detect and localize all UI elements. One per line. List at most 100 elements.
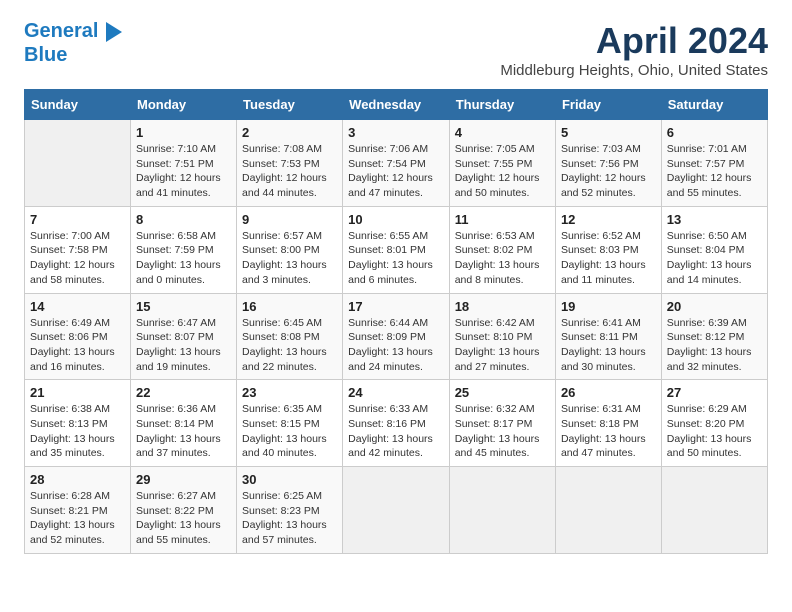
day-info: Sunrise: 6:45 AM Sunset: 8:08 PM Dayligh… [242,316,337,375]
day-info: Sunrise: 6:44 AM Sunset: 8:09 PM Dayligh… [348,316,444,375]
calendar-cell: 11 Sunrise: 6:53 AM Sunset: 8:02 PM Dayli… [449,206,555,293]
day-number: 17 [348,299,444,314]
day-info: Sunrise: 7:08 AM Sunset: 7:53 PM Dayligh… [242,142,337,201]
day-number: 25 [455,385,550,400]
calendar-body: 1Sunrise: 7:10 AM Sunset: 7:51 PM Daylig… [25,120,768,554]
day-info: Sunrise: 6:49 AM Sunset: 8:06 PM Dayligh… [30,316,125,375]
day-number: 24 [348,385,444,400]
calendar-cell [343,467,450,554]
calendar-cell: 4 Sunrise: 7:05 AM Sunset: 7:55 PM Daylig… [449,120,555,207]
weekday-header-sunday: Sunday [25,90,131,120]
calendar-cell: 7 Sunrise: 7:00 AM Sunset: 7:58 PM Daylig… [25,206,131,293]
calendar-cell: 24Sunrise: 6:33 AM Sunset: 8:16 PM Dayli… [343,380,450,467]
weekday-header-thursday: Thursday [449,90,555,120]
calendar-cell: 30Sunrise: 6:25 AM Sunset: 8:23 PM Dayli… [237,467,343,554]
day-info: Sunrise: 6:42 AM Sunset: 8:10 PM Dayligh… [455,316,550,375]
day-number: 5 [561,125,656,140]
calendar-cell: 27Sunrise: 6:29 AM Sunset: 8:20 PM Dayli… [661,380,767,467]
logo-arrow-icon [106,22,122,42]
day-number: 26 [561,385,656,400]
calendar-cell: 6 Sunrise: 7:01 AM Sunset: 7:57 PM Daylig… [661,120,767,207]
day-number: 7 [30,212,125,227]
week-row-3: 21 Sunrise: 6:38 AM Sunset: 8:13 PM Dayli… [25,380,768,467]
day-number: 18 [455,299,550,314]
calendar-cell: 20 Sunrise: 6:39 AM Sunset: 8:12 PM Dayli… [661,293,767,380]
day-number: 22 [136,385,231,400]
weekday-header-wednesday: Wednesday [343,90,450,120]
day-info: Sunrise: 6:31 AM Sunset: 8:18 PM Dayligh… [561,402,656,461]
day-info: Sunrise: 6:41 AM Sunset: 8:11 PM Dayligh… [561,316,656,375]
day-number: 14 [30,299,125,314]
week-row-0: 1Sunrise: 7:10 AM Sunset: 7:51 PM Daylig… [25,120,768,207]
day-info: Sunrise: 6:39 AM Sunset: 8:12 PM Dayligh… [667,316,762,375]
day-number: 15 [136,299,231,314]
day-info: Sunrise: 7:05 AM Sunset: 7:55 PM Dayligh… [455,142,550,201]
weekday-header-tuesday: Tuesday [237,90,343,120]
day-number: 6 [667,125,762,140]
day-info: Sunrise: 7:06 AM Sunset: 7:54 PM Dayligh… [348,142,444,201]
day-number: 10 [348,212,444,227]
day-info: Sunrise: 6:57 AM Sunset: 8:00 PM Dayligh… [242,229,337,288]
day-info: Sunrise: 6:52 AM Sunset: 8:03 PM Dayligh… [561,229,656,288]
calendar-cell: 23Sunrise: 6:35 AM Sunset: 8:15 PM Dayli… [237,380,343,467]
day-number: 13 [667,212,762,227]
calendar-cell: 22 Sunrise: 6:36 AM Sunset: 8:14 PM Dayli… [131,380,237,467]
calendar-cell: 18 Sunrise: 6:42 AM Sunset: 8:10 PM Dayli… [449,293,555,380]
week-row-4: 28Sunrise: 6:28 AM Sunset: 8:21 PM Dayli… [25,467,768,554]
calendar-cell: 12 Sunrise: 6:52 AM Sunset: 8:03 PM Dayli… [555,206,661,293]
weekday-header-row: SundayMondayTuesdayWednesdayThursdayFrid… [25,90,768,120]
calendar-cell: 15 Sunrise: 6:47 AM Sunset: 8:07 PM Dayli… [131,293,237,380]
calendar-cell: 28Sunrise: 6:28 AM Sunset: 8:21 PM Dayli… [25,467,131,554]
weekday-header-monday: Monday [131,90,237,120]
day-info: Sunrise: 7:10 AM Sunset: 7:51 PM Dayligh… [136,142,231,201]
day-info: Sunrise: 6:27 AM Sunset: 8:22 PM Dayligh… [136,489,231,548]
day-info: Sunrise: 6:38 AM Sunset: 8:13 PM Dayligh… [30,402,125,461]
day-number: 2 [242,125,337,140]
day-number: 28 [30,472,125,487]
weekday-header-friday: Friday [555,90,661,120]
day-number: 30 [242,472,337,487]
day-info: Sunrise: 6:47 AM Sunset: 8:07 PM Dayligh… [136,316,231,375]
day-number: 21 [30,385,125,400]
month-title: April 2024 [500,20,768,62]
header: General Blue April 2024 Middleburg Heigh… [24,20,768,79]
day-info: Sunrise: 6:29 AM Sunset: 8:20 PM Dayligh… [667,402,762,461]
day-number: 19 [561,299,656,314]
week-row-2: 14 Sunrise: 6:49 AM Sunset: 8:06 PM Dayli… [25,293,768,380]
calendar-cell: 10 Sunrise: 6:55 AM Sunset: 8:01 PM Dayli… [343,206,450,293]
calendar-cell [449,467,555,554]
day-number: 12 [561,212,656,227]
calendar-cell: 14 Sunrise: 6:49 AM Sunset: 8:06 PM Dayli… [25,293,131,380]
day-number: 8 [136,212,231,227]
day-info: Sunrise: 6:32 AM Sunset: 8:17 PM Dayligh… [455,402,550,461]
day-info: Sunrise: 6:36 AM Sunset: 8:14 PM Dayligh… [136,402,231,461]
calendar-cell [25,120,131,207]
calendar-cell: 21 Sunrise: 6:38 AM Sunset: 8:13 PM Dayli… [25,380,131,467]
day-number: 9 [242,212,337,227]
logo-general: General [24,20,98,42]
day-number: 23 [242,385,337,400]
day-info: Sunrise: 7:01 AM Sunset: 7:57 PM Dayligh… [667,142,762,201]
calendar-cell [555,467,661,554]
day-info: Sunrise: 6:55 AM Sunset: 8:01 PM Dayligh… [348,229,444,288]
day-info: Sunrise: 6:53 AM Sunset: 8:02 PM Dayligh… [455,229,550,288]
day-number: 16 [242,299,337,314]
day-number: 11 [455,212,550,227]
logo: General Blue [24,20,122,66]
calendar-cell: 1Sunrise: 7:10 AM Sunset: 7:51 PM Daylig… [131,120,237,207]
weekday-header-saturday: Saturday [661,90,767,120]
day-number: 4 [455,125,550,140]
day-info: Sunrise: 7:00 AM Sunset: 7:58 PM Dayligh… [30,229,125,288]
calendar-cell: 25 Sunrise: 6:32 AM Sunset: 8:17 PM Dayli… [449,380,555,467]
calendar-table: SundayMondayTuesdayWednesdayThursdayFrid… [24,89,768,554]
calendar-cell: 3Sunrise: 7:06 AM Sunset: 7:54 PM Daylig… [343,120,450,207]
calendar-cell: 5 Sunrise: 7:03 AM Sunset: 7:56 PM Daylig… [555,120,661,207]
day-number: 20 [667,299,762,314]
calendar-cell: 29 Sunrise: 6:27 AM Sunset: 8:22 PM Dayli… [131,467,237,554]
calendar-cell: 13Sunrise: 6:50 AM Sunset: 8:04 PM Dayli… [661,206,767,293]
calendar-cell: 26 Sunrise: 6:31 AM Sunset: 8:18 PM Dayli… [555,380,661,467]
day-number: 29 [136,472,231,487]
calendar-cell: 16 Sunrise: 6:45 AM Sunset: 8:08 PM Dayli… [237,293,343,380]
logo-text: General [24,20,122,42]
day-info: Sunrise: 7:03 AM Sunset: 7:56 PM Dayligh… [561,142,656,201]
